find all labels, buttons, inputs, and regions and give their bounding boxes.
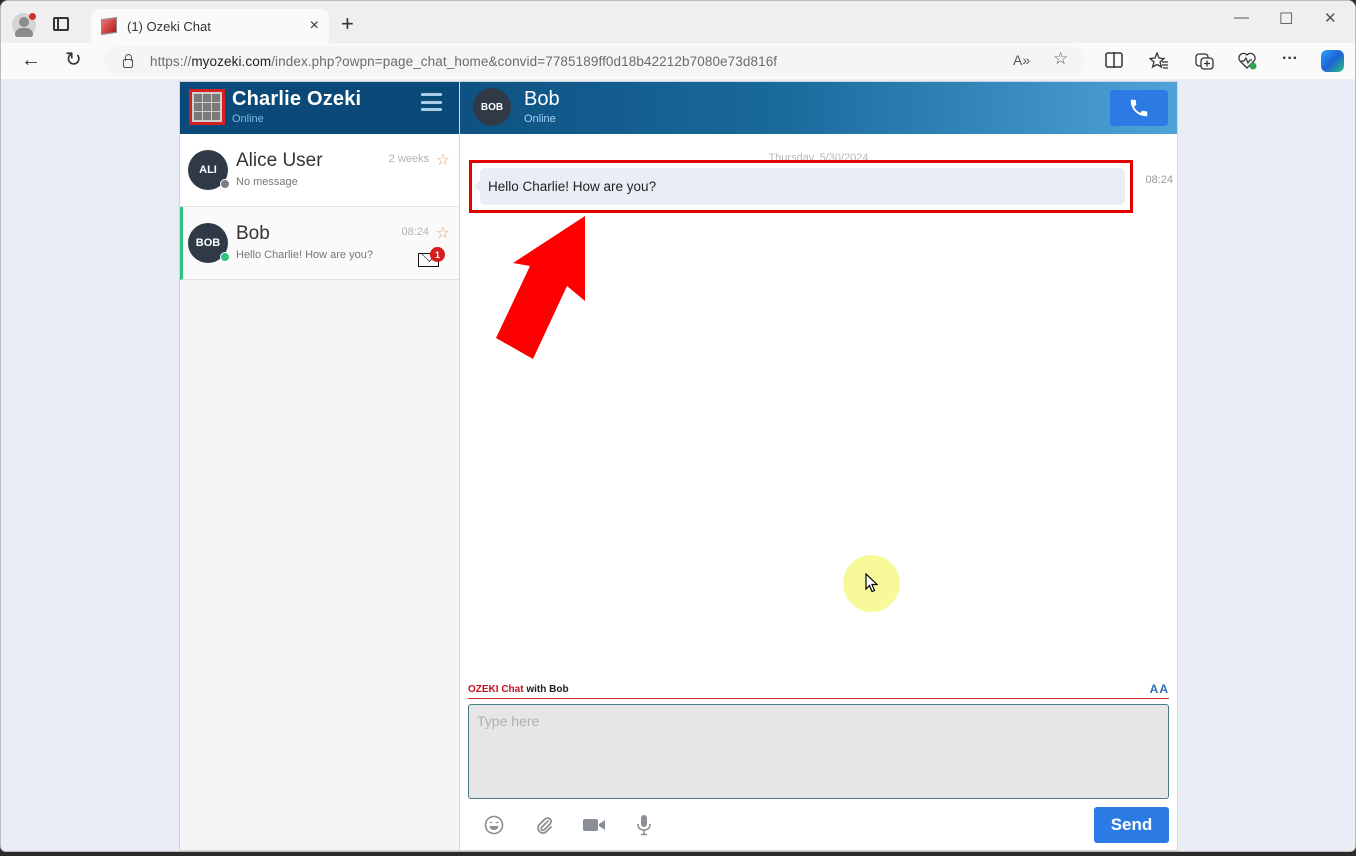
tab-actions-icon[interactable]: [53, 17, 69, 31]
favorite-star-icon[interactable]: ☆: [1053, 49, 1068, 69]
contact-time: 2 weeks: [388, 153, 429, 165]
chat-header: BOB Bob Online: [460, 82, 1177, 134]
tab-close-icon[interactable]: ×: [310, 17, 319, 35]
contact-item-alice[interactable]: ALI Alice User No message 2 weeks ☆: [180, 134, 459, 207]
avatar: ALI: [188, 150, 230, 190]
avatar: BOB: [473, 88, 511, 126]
ozeki-chat-app: Charlie Ozeki Online ALI Alice User No m…: [179, 81, 1178, 851]
annotation-highlight-box: [469, 160, 1133, 213]
font-size-toggle[interactable]: AA: [1150, 682, 1169, 696]
contact-name: Alice User: [236, 150, 323, 171]
compose-label: OZEKI Chat with Bob: [468, 684, 569, 695]
contact-time: 08:24: [401, 226, 429, 238]
ozeki-logo-icon: [189, 89, 225, 125]
attachment-icon[interactable]: [532, 813, 556, 837]
refresh-button[interactable]: ↻: [65, 49, 82, 71]
ozeki-favicon-icon: [101, 16, 117, 36]
presence-online-indicator: [220, 252, 230, 262]
message-time: 08:24: [1145, 174, 1173, 186]
browser-essentials-icon[interactable]: [1238, 52, 1258, 75]
collections-icon[interactable]: [1195, 52, 1215, 75]
minimize-button[interactable]: —: [1234, 9, 1249, 26]
message-input[interactable]: [468, 704, 1169, 799]
profile-avatar-icon[interactable]: [12, 13, 36, 37]
back-button[interactable]: ←: [21, 49, 41, 71]
presence-offline-indicator: [220, 179, 230, 189]
favorites-icon[interactable]: [1148, 51, 1169, 75]
microphone-icon[interactable]: [632, 813, 656, 837]
phone-icon: [1130, 99, 1148, 117]
new-tab-button[interactable]: +: [341, 13, 354, 35]
contact-name: Bob: [236, 223, 270, 244]
navigation-bar: ← ↻ https://myozeki.com/index.php?owpn=p…: [1, 43, 1355, 79]
split-screen-icon[interactable]: [1105, 52, 1123, 73]
maximize-button[interactable]: ☐: [1279, 9, 1293, 29]
favorite-star-icon[interactable]: ☆: [436, 150, 450, 170]
browser-window: (1) Ozeki Chat × + — ☐ ✕ ← ↻ https://myo…: [0, 0, 1356, 852]
annotation-arrow-icon: [496, 216, 585, 359]
current-user-status: Online: [232, 113, 264, 125]
url-text: https://myozeki.com/index.php?owpn=page_…: [150, 53, 778, 69]
chat-contact-name: Bob: [524, 88, 560, 110]
copilot-icon[interactable]: [1321, 50, 1344, 72]
read-aloud-icon[interactable]: A»: [1013, 52, 1030, 68]
lock-icon[interactable]: [123, 53, 133, 68]
chat-contact-status: Online: [524, 113, 556, 125]
address-bar[interactable]: https://myozeki.com/index.php?owpn=page_…: [103, 46, 1085, 76]
avatar: BOB: [188, 223, 230, 263]
contact-last-message: Hello Charlie! How are you?: [236, 249, 373, 261]
mouse-cursor-icon: [865, 573, 879, 593]
emoji-icon[interactable]: [482, 813, 506, 837]
send-button[interactable]: Send: [1094, 807, 1169, 843]
favorite-star-icon[interactable]: ☆: [436, 223, 450, 243]
sidebar: Charlie Ozeki Online ALI Alice User No m…: [180, 82, 460, 850]
web-page: Charlie Ozeki Online ALI Alice User No m…: [1, 79, 1355, 851]
contact-last-message: No message: [236, 176, 298, 188]
menu-hamburger-icon[interactable]: [421, 93, 442, 111]
sidebar-header: Charlie Ozeki Online: [180, 82, 459, 134]
browser-tab[interactable]: (1) Ozeki Chat ×: [91, 9, 329, 43]
close-window-button[interactable]: ✕: [1324, 9, 1337, 27]
unread-badge: 1: [430, 247, 445, 262]
current-user-name: Charlie Ozeki: [232, 88, 362, 110]
contact-item-bob[interactable]: BOB Bob Hello Charlie! How are you? 08:2…: [180, 207, 459, 280]
tab-title: (1) Ozeki Chat: [127, 18, 211, 34]
more-icon[interactable]: ···: [1282, 50, 1298, 68]
call-button[interactable]: [1110, 90, 1168, 126]
video-icon[interactable]: [582, 813, 606, 837]
date-separator: Thursday, 5/30/2024: [768, 152, 869, 160]
compose-divider: [468, 698, 1169, 699]
chat-panel: BOB Bob Online Thursday, 5/30/2024 Hello…: [460, 82, 1177, 850]
tab-bar: (1) Ozeki Chat × + — ☐ ✕: [1, 1, 1355, 43]
